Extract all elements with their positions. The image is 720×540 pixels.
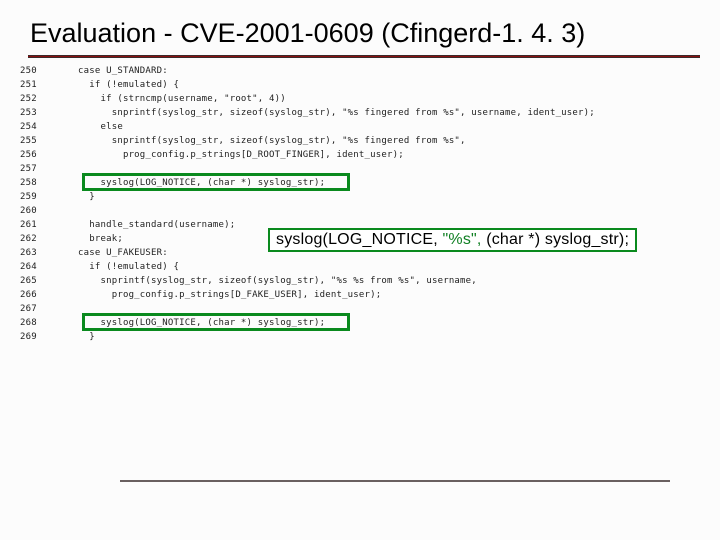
code-text: } [78, 332, 95, 342]
code-line: 253 snprintf(syslog_str, sizeof(syslog_s… [20, 106, 700, 120]
footer-rule [120, 480, 670, 482]
code-line: 260 [20, 204, 700, 218]
line-number: 261 [20, 218, 78, 232]
line-number: 262 [20, 232, 78, 246]
code-text: else [78, 122, 123, 132]
code-text: handle_standard(username); [78, 220, 235, 230]
code-text: if (!emulated) { [78, 80, 179, 90]
code-text: prog_config.p_strings[D_ROOT_FINGER], id… [78, 150, 404, 160]
line-number: 264 [20, 260, 78, 274]
code-text: break; [78, 234, 123, 244]
line-number: 268 [20, 316, 78, 330]
code-text: snprintf(syslog_str, sizeof(syslog_str),… [78, 108, 595, 118]
slide-title: Evaluation - CVE-2001-0609 (Cfingerd-1. … [0, 0, 720, 55]
code-text: if (!emulated) { [78, 262, 179, 272]
code-text: snprintf(syslog_str, sizeof(syslog_str),… [78, 136, 466, 146]
code-line: 250case U_STANDARD: [20, 64, 700, 78]
line-number: 267 [20, 302, 78, 316]
code-line: 254 else [20, 120, 700, 134]
fix-highlight: "%s", [443, 231, 482, 248]
line-number: 260 [20, 204, 78, 218]
line-number: 250 [20, 64, 78, 78]
code-line: 265 snprintf(syslog_str, sizeof(syslog_s… [20, 274, 700, 288]
code-text: if (strncmp(username, "root", 4)) [78, 94, 286, 104]
fix-prefix: syslog(LOG_NOTICE, [276, 231, 443, 248]
code-text: case U_FAKEUSER: [78, 248, 168, 258]
line-number: 255 [20, 134, 78, 148]
code-text: prog_config.p_strings[D_FAKE_USER], iden… [78, 290, 381, 300]
line-number: 254 [20, 120, 78, 134]
title-underline [28, 55, 700, 58]
code-text: syslog(LOG_NOTICE, (char *) syslog_str); [78, 178, 325, 188]
code-line: 251 if (!emulated) { [20, 78, 700, 92]
fix-suggestion-box: syslog(LOG_NOTICE, "%s", (char *) syslog… [268, 228, 637, 252]
code-line: 268 syslog(LOG_NOTICE, (char *) syslog_s… [20, 316, 700, 330]
line-number: 251 [20, 78, 78, 92]
code-line: 264 if (!emulated) { [20, 260, 700, 274]
line-number: 265 [20, 274, 78, 288]
code-text: snprintf(syslog_str, sizeof(syslog_str),… [78, 276, 477, 286]
code-line: 258 syslog(LOG_NOTICE, (char *) syslog_s… [20, 176, 700, 190]
line-number: 256 [20, 148, 78, 162]
code-line: 255 snprintf(syslog_str, sizeof(syslog_s… [20, 134, 700, 148]
code-line: 256 prog_config.p_strings[D_ROOT_FINGER]… [20, 148, 700, 162]
code-listing: 250case U_STANDARD:251 if (!emulated) {2… [20, 64, 700, 428]
line-number: 253 [20, 106, 78, 120]
line-number: 269 [20, 330, 78, 344]
line-number: 258 [20, 176, 78, 190]
line-number: 266 [20, 288, 78, 302]
line-number: 259 [20, 190, 78, 204]
line-number: 252 [20, 92, 78, 106]
fix-suffix: (char *) syslog_str); [482, 231, 630, 248]
code-text: syslog(LOG_NOTICE, (char *) syslog_str); [78, 318, 325, 328]
code-text: } [78, 192, 95, 202]
line-number: 257 [20, 162, 78, 176]
code-line: 252 if (strncmp(username, "root", 4)) [20, 92, 700, 106]
code-line: 266 prog_config.p_strings[D_FAKE_USER], … [20, 288, 700, 302]
code-line: 269 } [20, 330, 700, 344]
code-line: 267 [20, 302, 700, 316]
code-line: 257 [20, 162, 700, 176]
line-number: 263 [20, 246, 78, 260]
code-text: case U_STANDARD: [78, 66, 168, 76]
code-line: 259 } [20, 190, 700, 204]
